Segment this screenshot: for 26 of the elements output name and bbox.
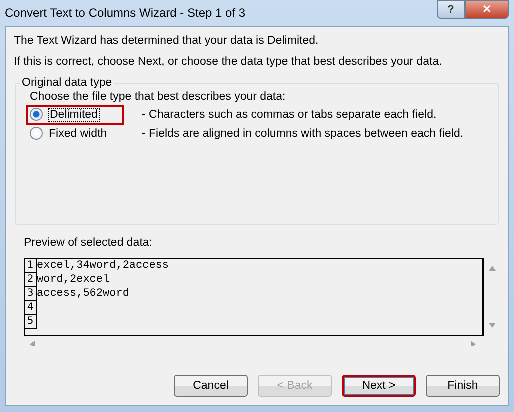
intro-text: If this is correct, choose Next, or choose the data type that best describes your data. (14, 56, 444, 68)
help-button[interactable]: ? (437, 0, 465, 19)
row-number: 4 (25, 301, 37, 315)
preview-label: Preview of selected data: (24, 237, 154, 249)
prompt-text: Choose the file type that best describes your data: (30, 91, 287, 103)
radio-option[interactable]: Fixed width (28, 126, 122, 141)
group-legend: Original data type (20, 77, 114, 89)
wizard-button[interactable]: Finish (426, 375, 500, 397)
wizard-button[interactable]: Next > (342, 375, 416, 397)
scroll-up-icon[interactable] (488, 266, 496, 271)
row-number: 1 (25, 259, 37, 273)
radio-option[interactable]: Delimited (28, 106, 122, 122)
scroll-right-icon[interactable] (471, 340, 478, 346)
row-text: access,562word (37, 287, 130, 301)
window-title: Convert Text to Columns Wizard - Step 1 of 3 (5, 6, 246, 20)
row-number: 5 (25, 315, 37, 329)
option-description: - Fields are aligned in columns with spaces between each field. (142, 128, 464, 140)
row-number: 3 (25, 287, 37, 301)
wizard-button[interactable]: Cancel (174, 375, 248, 397)
row-number: 2 (25, 273, 37, 287)
scroll-left-icon[interactable] (30, 340, 37, 346)
row-text: excel,34word,2access (37, 259, 170, 273)
intro-text: The Text Wizard has determined that your data is Delimited. (14, 35, 320, 47)
row-text: word,2excel (37, 273, 110, 287)
option-description: - Characters such as commas or tabs separate each field. (142, 108, 437, 120)
scroll-down-icon[interactable] (488, 323, 496, 328)
